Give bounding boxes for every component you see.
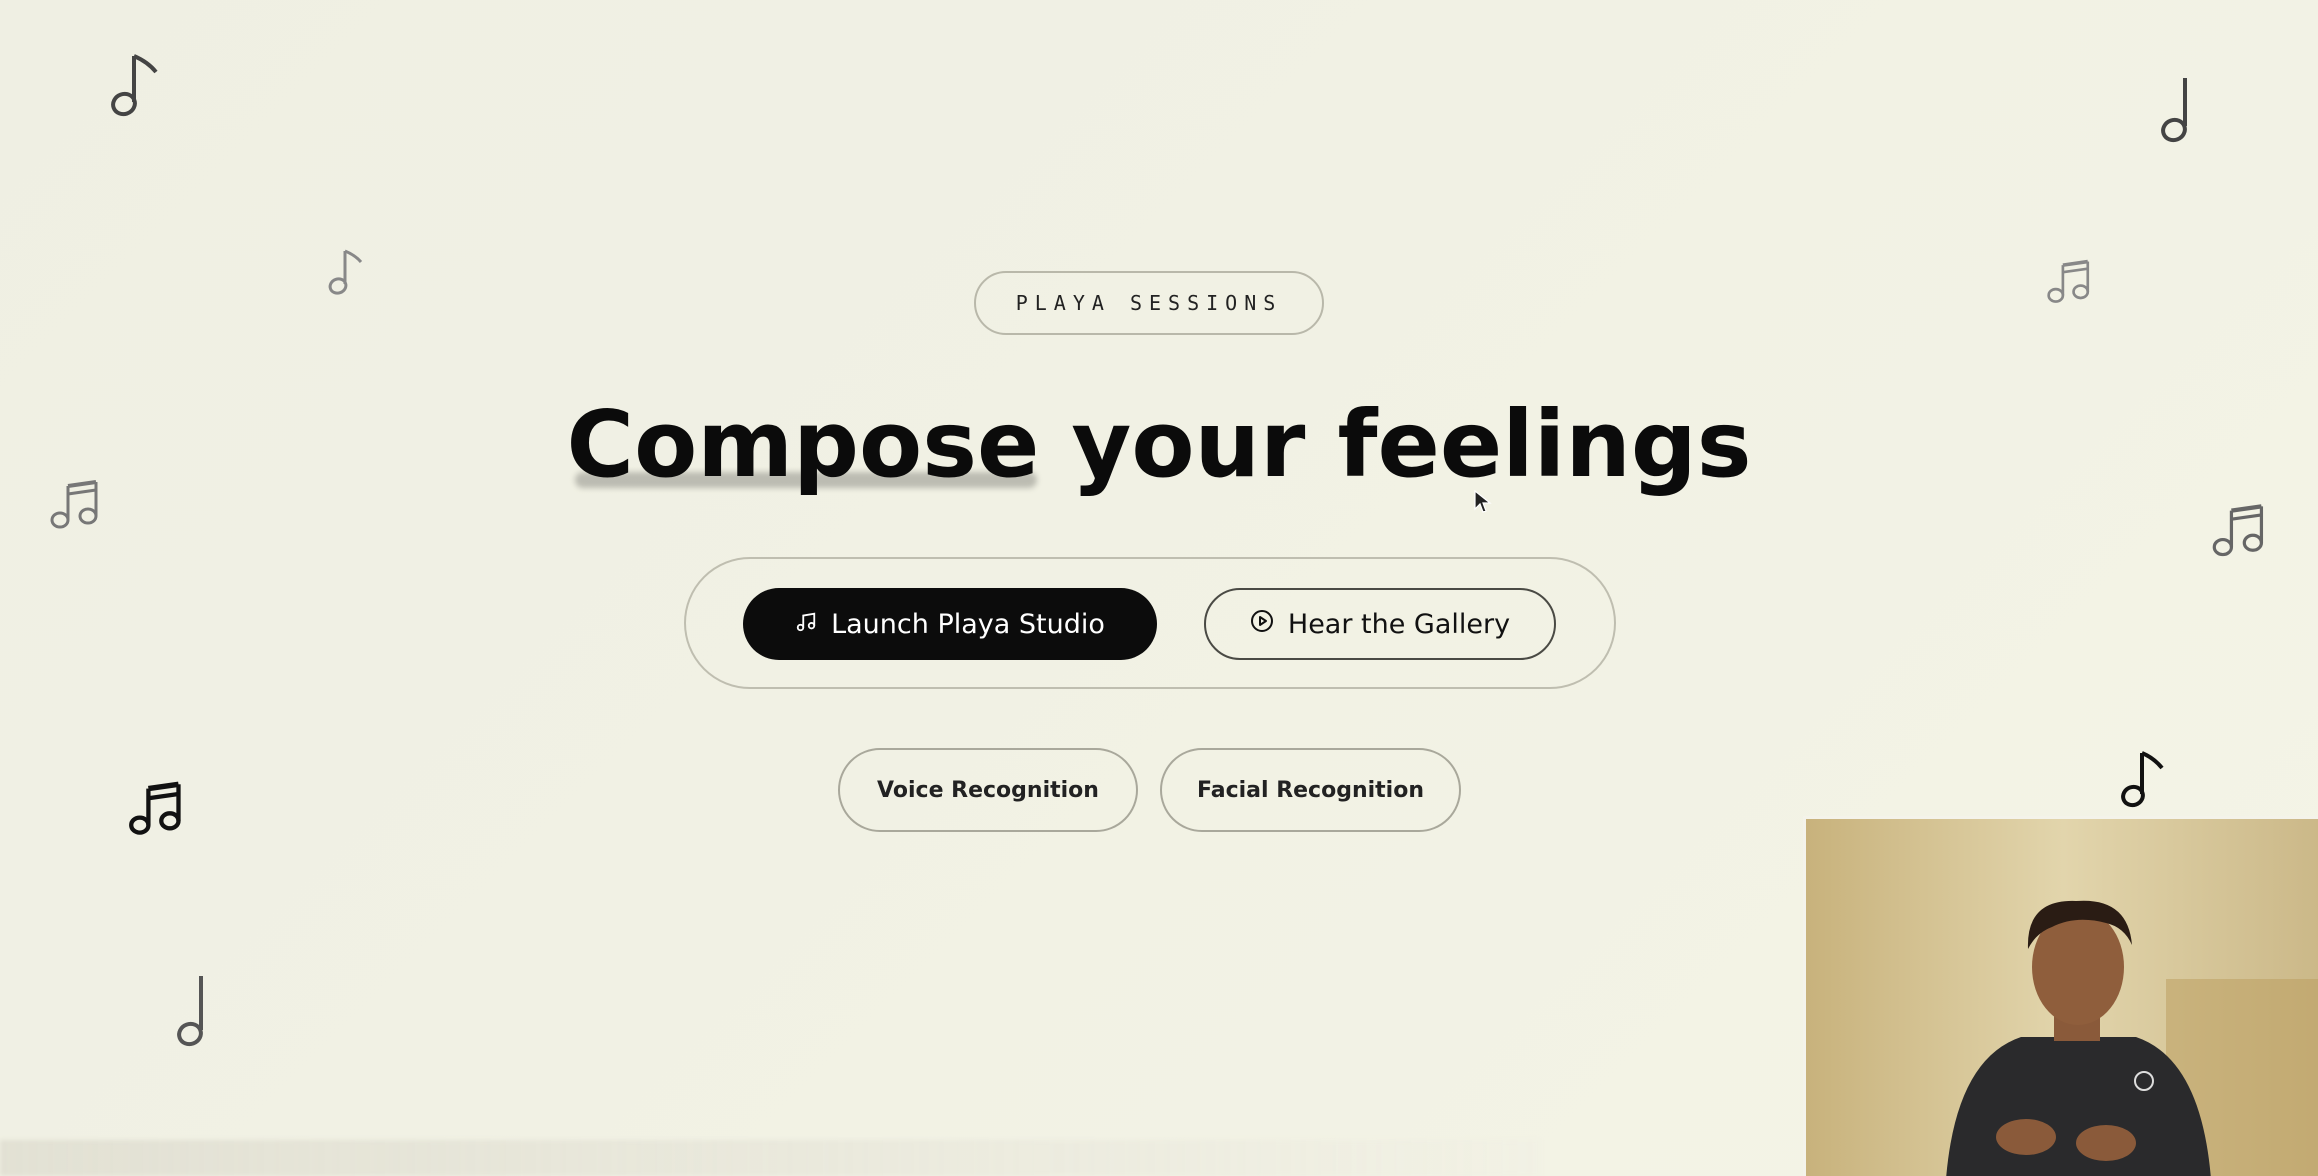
eighth-note-icon bbox=[2118, 748, 2168, 810]
half-note-icon bbox=[176, 972, 216, 1050]
music-note-icon bbox=[795, 609, 817, 640]
voice-recognition-button[interactable]: Voice Recognition bbox=[838, 748, 1138, 832]
presenter-figure bbox=[1806, 819, 2318, 1176]
beamed-notes-icon bbox=[126, 780, 188, 838]
hear-gallery-button[interactable]: Hear the Gallery bbox=[1204, 588, 1556, 660]
mouse-cursor-icon bbox=[1474, 489, 1492, 520]
launch-studio-label: Launch Playa Studio bbox=[831, 608, 1105, 640]
page-title: Compose your feelings bbox=[566, 391, 1752, 498]
playa-sessions-tag: PLAYA SESSIONS bbox=[974, 271, 1324, 335]
eighth-note-icon bbox=[108, 50, 164, 120]
play-circle-icon bbox=[1250, 609, 1274, 640]
tag-label: PLAYA SESSIONS bbox=[1015, 291, 1283, 315]
facial-recognition-label: Facial Recognition bbox=[1196, 777, 1424, 803]
eighth-note-icon bbox=[326, 246, 366, 298]
launch-studio-button[interactable]: Launch Playa Studio bbox=[743, 588, 1157, 660]
beamed-notes-icon bbox=[2210, 502, 2270, 560]
presenter-webcam-overlay bbox=[1803, 816, 2318, 1176]
hear-gallery-label: Hear the Gallery bbox=[1287, 608, 1511, 640]
half-note-icon bbox=[2160, 74, 2200, 146]
blurred-taskbar bbox=[0, 1140, 1540, 1176]
beamed-notes-icon bbox=[2044, 258, 2096, 306]
voice-recognition-label: Voice Recognition bbox=[877, 777, 1099, 803]
facial-recognition-button[interactable]: Facial Recognition bbox=[1160, 748, 1461, 832]
